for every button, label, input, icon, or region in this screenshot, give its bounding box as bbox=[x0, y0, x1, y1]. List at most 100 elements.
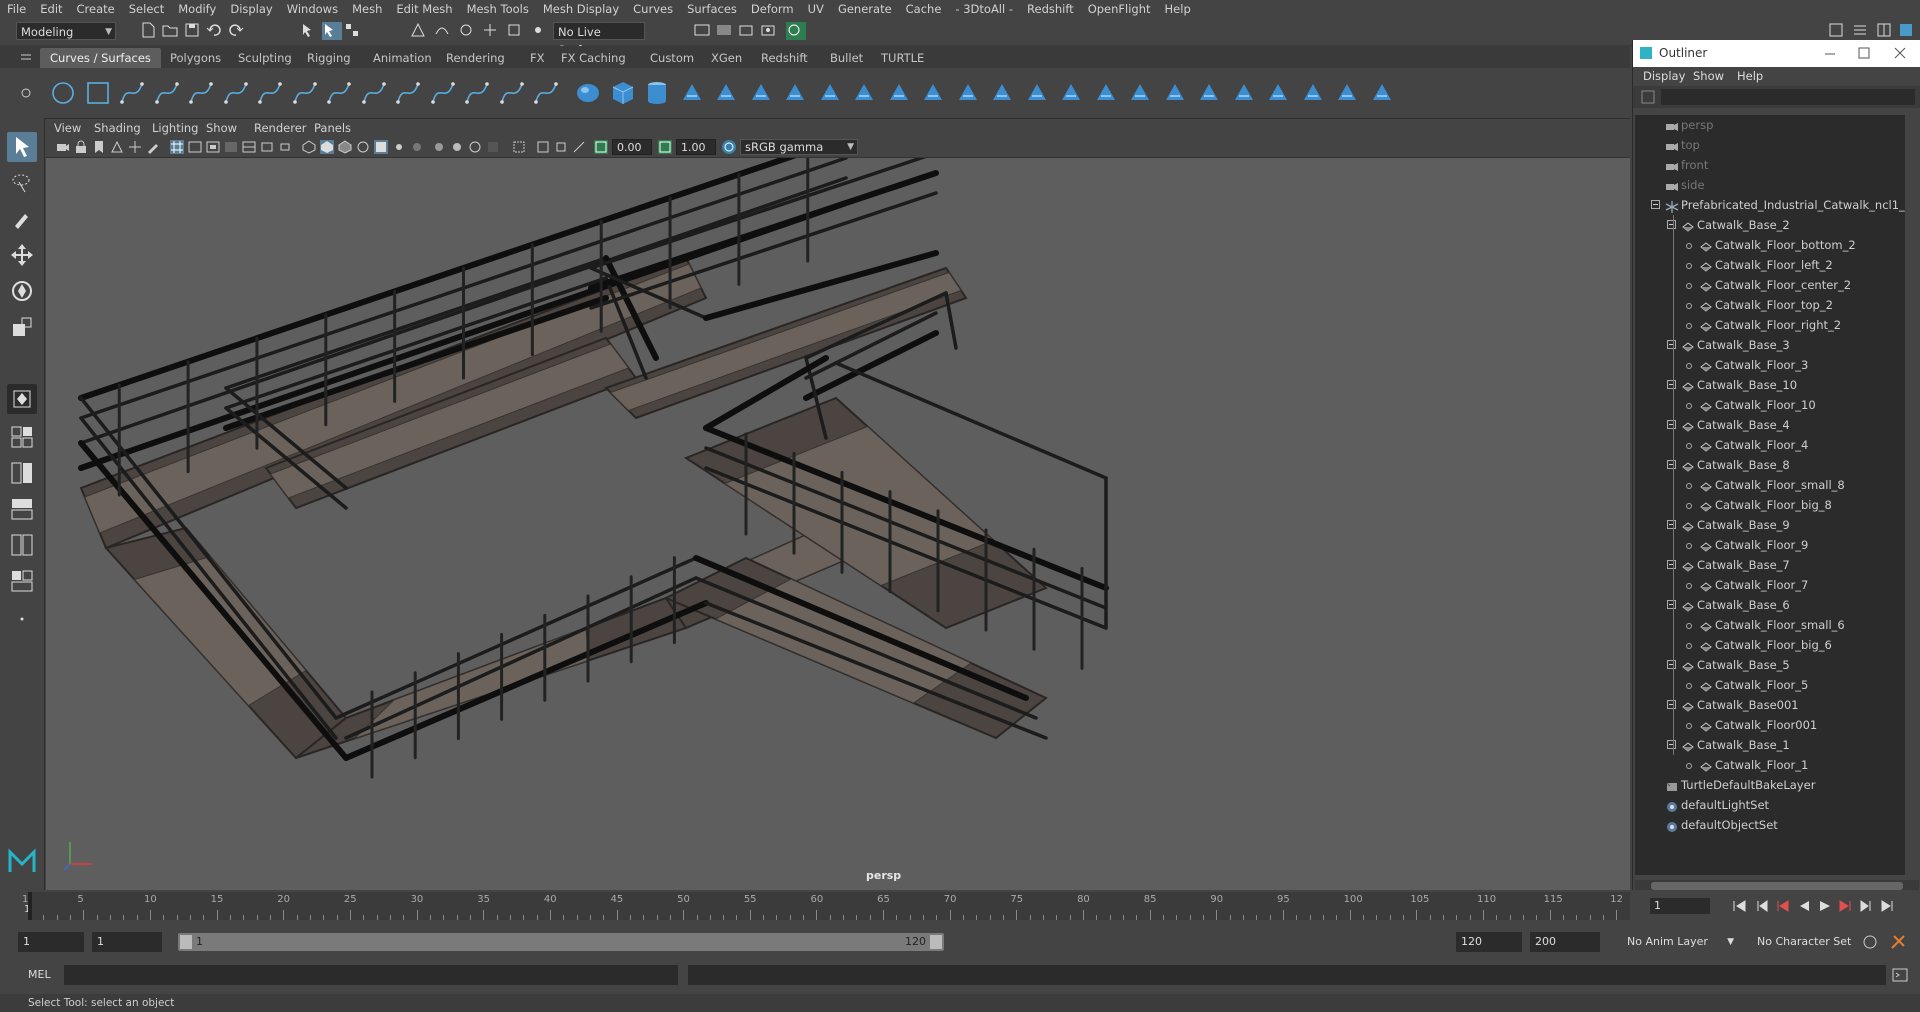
outliner-search-input[interactable] bbox=[1661, 89, 1915, 105]
menu-surfaces[interactable]: Surfaces bbox=[680, 0, 744, 18]
visibility-dot-icon[interactable] bbox=[1686, 323, 1692, 329]
last-tool-icon[interactable] bbox=[7, 384, 37, 414]
visibility-dot-icon[interactable] bbox=[1686, 583, 1692, 589]
maximize-icon[interactable] bbox=[1857, 46, 1871, 60]
single-view-layout-icon[interactable] bbox=[7, 422, 37, 452]
select-component-icon[interactable] bbox=[344, 22, 364, 40]
menu-deform[interactable]: Deform bbox=[744, 0, 801, 18]
outliner-item[interactable]: Catwalk_Floor_3 bbox=[1635, 355, 1905, 375]
visibility-dot-icon[interactable] bbox=[1686, 263, 1692, 269]
smooth-shade-icon[interactable] bbox=[320, 140, 334, 154]
paint-select-tool-icon[interactable] bbox=[7, 204, 37, 234]
menu-display[interactable]: Display bbox=[223, 0, 279, 18]
menu-create[interactable]: Create bbox=[70, 0, 122, 18]
outliner-item[interactable]: Catwalk_Floor_5 bbox=[1635, 675, 1905, 695]
panel-layout-icon[interactable] bbox=[1852, 22, 1872, 40]
collapse-toggle-icon[interactable] bbox=[1667, 700, 1676, 709]
visibility-dot-icon[interactable] bbox=[1686, 303, 1692, 309]
step-back-key-icon[interactable] bbox=[1757, 900, 1768, 912]
backface-icon[interactable] bbox=[572, 140, 586, 154]
menu-edit[interactable]: Edit bbox=[33, 0, 69, 18]
collapse-toggle-icon[interactable] bbox=[1667, 380, 1676, 389]
shelf-tab-rendering[interactable]: Rendering bbox=[436, 48, 515, 68]
visibility-dot-icon[interactable] bbox=[1686, 623, 1692, 629]
curve-edit-icon[interactable] bbox=[292, 80, 318, 106]
auto-key-icon[interactable] bbox=[1862, 934, 1878, 950]
camera-lock-icon[interactable] bbox=[74, 140, 88, 154]
shadows-icon[interactable] bbox=[410, 140, 424, 154]
depth-of-field-icon[interactable] bbox=[486, 140, 500, 154]
gamma-icon[interactable] bbox=[658, 140, 672, 154]
outliner-item[interactable]: Catwalk_Base_8 bbox=[1635, 455, 1905, 475]
planar-icon[interactable] bbox=[851, 80, 877, 106]
grease-pencil-icon[interactable] bbox=[146, 140, 160, 154]
shelf-tab-xgen[interactable]: XGen bbox=[701, 48, 752, 68]
shelf-tab-polygons[interactable]: Polygons bbox=[160, 48, 231, 68]
outliner-item[interactable]: Catwalk_Base_3 bbox=[1635, 335, 1905, 355]
open-scene-icon[interactable] bbox=[162, 22, 182, 40]
playback-start-field[interactable]: 1 bbox=[92, 932, 162, 952]
shelf-tab-turtle[interactable]: TURTLE bbox=[871, 48, 934, 68]
outliner-item[interactable]: Catwalk_Base_7 bbox=[1635, 555, 1905, 575]
bookmark-icon[interactable] bbox=[92, 140, 106, 154]
outliner-item[interactable]: Catwalk_Base_1 bbox=[1635, 735, 1905, 755]
viewport-menu-show[interactable]: Show bbox=[206, 119, 237, 137]
scroll-thumb[interactable] bbox=[1651, 882, 1903, 890]
outliner-item[interactable]: defaultObjectSet bbox=[1635, 815, 1905, 835]
persp-outliner-layout-icon[interactable] bbox=[7, 494, 37, 524]
birail-icon[interactable] bbox=[920, 80, 946, 106]
time-slider[interactable]: 1 15101520253035404550556065707580859095… bbox=[0, 890, 1630, 922]
field-chart-icon[interactable] bbox=[242, 140, 256, 154]
extend-surface-icon[interactable] bbox=[1369, 80, 1395, 106]
intersect-icon[interactable] bbox=[1093, 80, 1119, 106]
range-slider[interactable]: 1 120 bbox=[178, 933, 944, 951]
menu-modify[interactable]: Modify bbox=[171, 0, 223, 18]
menu-openflight[interactable]: OpenFlight bbox=[1081, 0, 1158, 18]
outliner-item[interactable]: Catwalk_Floor_bottom_2 bbox=[1635, 235, 1905, 255]
visibility-dot-icon[interactable] bbox=[1686, 503, 1692, 509]
outliner-item[interactable]: Catwalk_Floor001 bbox=[1635, 715, 1905, 735]
outliner-menu-help[interactable]: Help bbox=[1737, 69, 1763, 83]
character-set-dropdown[interactable]: No Character Set bbox=[1752, 932, 1868, 952]
anim-preferences-icon[interactable] bbox=[1890, 934, 1906, 950]
safe-action-icon[interactable] bbox=[260, 140, 274, 154]
grid-toggle-icon[interactable] bbox=[170, 140, 184, 154]
collapse-toggle-icon[interactable] bbox=[1667, 420, 1676, 429]
outliner-item[interactable]: Catwalk_Base_6 bbox=[1635, 595, 1905, 615]
nurbs-cube-icon[interactable] bbox=[610, 80, 636, 106]
outliner-item[interactable]: front bbox=[1635, 155, 1905, 175]
visibility-dot-icon[interactable] bbox=[1686, 283, 1692, 289]
menu-3dtoall[interactable]: - 3DtoAll - bbox=[948, 0, 1020, 18]
untrim-icon[interactable] bbox=[1162, 80, 1188, 106]
fillet-surface-icon[interactable] bbox=[1231, 80, 1257, 106]
visibility-dot-icon[interactable] bbox=[1686, 243, 1692, 249]
play-forward-icon[interactable] bbox=[1820, 901, 1830, 911]
safe-title-icon[interactable] bbox=[278, 140, 292, 154]
menu-mesh-tools[interactable]: Mesh Tools bbox=[460, 0, 536, 18]
outliner-item[interactable]: Catwalk_Base_9 bbox=[1635, 515, 1905, 535]
visibility-dot-icon[interactable] bbox=[1686, 763, 1692, 769]
collapse-toggle-icon[interactable] bbox=[1667, 340, 1676, 349]
bezier-curve-icon[interactable] bbox=[223, 80, 249, 106]
shelf-menu-icon[interactable] bbox=[20, 52, 32, 62]
outliner-item[interactable]: Catwalk_Floor_small_8 bbox=[1635, 475, 1905, 495]
current-frame-field[interactable]: 1 bbox=[1650, 898, 1710, 914]
shelf-tab-curves-surfaces[interactable]: Curves / Surfaces bbox=[40, 48, 161, 68]
exposure-icon[interactable] bbox=[594, 140, 608, 154]
trim-icon[interactable] bbox=[1127, 80, 1153, 106]
shelf-tab-redshift[interactable]: Redshift bbox=[751, 48, 818, 68]
nurbs-torus-icon[interactable] bbox=[748, 80, 774, 106]
nurbs-square-icon[interactable] bbox=[85, 80, 111, 106]
snap-view-icon[interactable] bbox=[482, 22, 502, 40]
shelf-tab-fx-caching[interactable]: FX Caching bbox=[551, 48, 636, 68]
snap-point-icon[interactable] bbox=[458, 22, 478, 40]
snap-grid-icon[interactable] bbox=[410, 22, 430, 40]
extrude-icon[interactable] bbox=[886, 80, 912, 106]
menu-windows[interactable]: Windows bbox=[280, 0, 345, 18]
redo-icon[interactable] bbox=[228, 22, 248, 40]
settings-icon[interactable] bbox=[1898, 22, 1918, 40]
outliner-item[interactable]: persp bbox=[1635, 115, 1905, 135]
wireframe-on-shaded-icon[interactable] bbox=[338, 140, 352, 154]
hypershade-layout-icon[interactable] bbox=[7, 566, 37, 596]
filter-icon[interactable] bbox=[1641, 90, 1655, 104]
